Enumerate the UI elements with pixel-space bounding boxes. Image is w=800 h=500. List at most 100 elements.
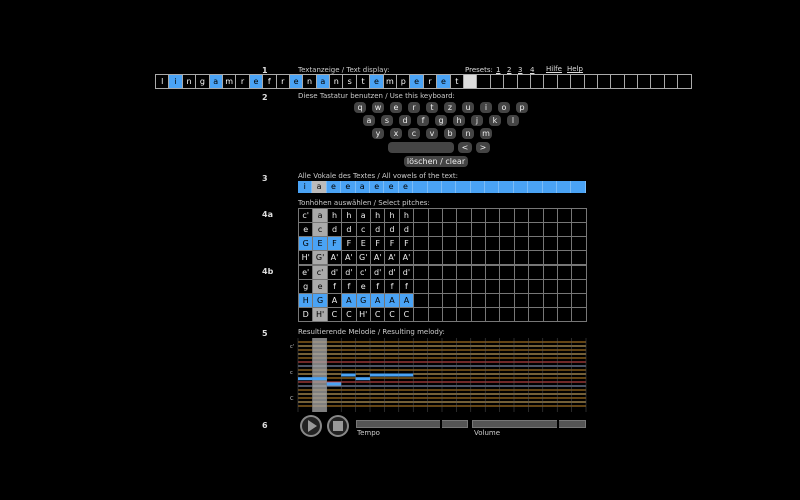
vowel-cell[interactable]: a: [312, 181, 327, 193]
pitch-cell[interactable]: [442, 223, 458, 237]
vowel-cell[interactable]: e: [341, 181, 356, 193]
pitch-cell[interactable]: F: [399, 237, 415, 251]
play-button[interactable]: [300, 415, 322, 437]
text-cell[interactable]: [570, 74, 585, 89]
pitch-cell[interactable]: [500, 280, 515, 294]
pitch-cell[interactable]: C: [327, 308, 343, 322]
pitch-cell[interactable]: [442, 266, 458, 280]
tempo-slider[interactable]: [356, 420, 468, 428]
pitch-cell[interactable]: e: [299, 223, 314, 237]
pitch-cell[interactable]: [428, 251, 443, 265]
volume-slider-handle[interactable]: [557, 420, 559, 428]
key-button[interactable]: q: [354, 102, 366, 113]
pitch-cell[interactable]: [514, 251, 530, 265]
pitch-cell[interactable]: F: [385, 237, 400, 251]
pitch-cell[interactable]: a: [313, 209, 328, 223]
pitch-cell[interactable]: [572, 223, 587, 237]
text-cell[interactable]: [543, 74, 558, 89]
pitch-cell[interactable]: [457, 209, 472, 223]
pitch-cell[interactable]: [500, 209, 515, 223]
pitch-cell[interactable]: [529, 223, 544, 237]
pitch-cell[interactable]: E: [313, 237, 328, 251]
text-cell[interactable]: [637, 74, 652, 89]
pitch-cell[interactable]: [442, 251, 458, 265]
preset-4-link[interactable]: 4: [530, 66, 534, 74]
text-display[interactable]: lingamrefrenanstemperet: [155, 74, 692, 89]
pitch-cell[interactable]: d: [370, 223, 386, 237]
text-cell[interactable]: n: [181, 74, 197, 89]
pitch-cell[interactable]: [457, 266, 472, 280]
vowel-cell[interactable]: [571, 181, 586, 193]
text-cell[interactable]: [596, 74, 612, 89]
pitch-cell[interactable]: f: [327, 280, 343, 294]
pitch-cell[interactable]: A': [385, 251, 400, 265]
pitch-cell[interactable]: e': [299, 266, 314, 280]
pitch-cell[interactable]: d: [399, 223, 415, 237]
pitch-cell[interactable]: [529, 251, 544, 265]
pitch-cell[interactable]: C: [399, 308, 415, 322]
pitch-cell[interactable]: [543, 209, 559, 223]
text-cell[interactable]: p: [396, 74, 411, 89]
tempo-slider-handle[interactable]: [439, 420, 442, 428]
pitch-cell[interactable]: [514, 237, 530, 251]
pitch-cell[interactable]: [558, 237, 573, 251]
vowel-cell[interactable]: a: [355, 181, 370, 193]
pitch-cell[interactable]: [471, 266, 487, 280]
text-cell[interactable]: n: [302, 74, 317, 89]
pitch-cell[interactable]: e: [356, 280, 371, 294]
pitch-cell[interactable]: [457, 294, 472, 308]
pitch-cell[interactable]: c': [299, 209, 314, 223]
pitch-cell[interactable]: [414, 237, 429, 251]
pitch-cell[interactable]: [572, 266, 587, 280]
pitch-cell[interactable]: [457, 280, 472, 294]
pitch-cell[interactable]: G: [299, 237, 314, 251]
text-cell[interactable]: r: [235, 74, 250, 89]
pitch-cell[interactable]: [471, 209, 487, 223]
vowel-cell[interactable]: [557, 181, 572, 193]
pitch-cell[interactable]: f: [370, 280, 386, 294]
pitch-cell[interactable]: E: [356, 237, 371, 251]
pitch-cell[interactable]: d': [385, 266, 400, 280]
text-cell[interactable]: [610, 74, 625, 89]
pitch-cell[interactable]: C: [385, 308, 400, 322]
text-cell[interactable]: t: [355, 74, 371, 89]
text-cell[interactable]: m: [382, 74, 398, 89]
pitch-cell[interactable]: A': [327, 251, 343, 265]
text-cell[interactable]: [503, 74, 518, 89]
key-button[interactable]: o: [498, 102, 510, 113]
preset-3-link[interactable]: 3: [518, 66, 522, 74]
pitch-cell[interactable]: [486, 251, 501, 265]
vowel-cell[interactable]: [427, 181, 442, 193]
key-button[interactable]: v: [426, 128, 438, 139]
pitch-cell[interactable]: [500, 237, 515, 251]
text-cell[interactable]: a: [208, 74, 223, 89]
pitch-cell[interactable]: F: [327, 237, 343, 251]
key-button[interactable]: z: [444, 102, 456, 113]
pitch-cell[interactable]: d': [327, 266, 343, 280]
pitch-cell[interactable]: [529, 294, 544, 308]
text-cell[interactable]: a: [315, 74, 331, 89]
volume-slider[interactable]: [472, 420, 586, 428]
key-button[interactable]: x: [390, 128, 402, 139]
pitch-cell[interactable]: G: [356, 294, 371, 308]
key-button[interactable]: n: [462, 128, 474, 139]
vowel-cell[interactable]: [528, 181, 543, 193]
vowel-cell[interactable]: e: [398, 181, 414, 193]
vowel-cell[interactable]: e: [369, 181, 385, 193]
preset-1-link[interactable]: 1: [496, 66, 500, 74]
pitch-cell[interactable]: h: [370, 209, 386, 223]
pitch-cell[interactable]: [442, 209, 458, 223]
text-cell[interactable]: s: [342, 74, 357, 89]
text-cell[interactable]: e: [288, 74, 304, 89]
pitch-cell[interactable]: [486, 223, 501, 237]
pitch-cell[interactable]: [471, 251, 487, 265]
key-button[interactable]: a: [363, 115, 375, 126]
text-cell[interactable]: r: [275, 74, 290, 89]
pitch-cell[interactable]: c: [313, 223, 328, 237]
pitch-cell[interactable]: [414, 280, 429, 294]
pitch-cell[interactable]: [471, 294, 487, 308]
pitch-cell[interactable]: A: [327, 294, 343, 308]
pitch-cell[interactable]: G: [313, 294, 328, 308]
text-cell[interactable]: [650, 74, 665, 89]
key-button[interactable]: b: [444, 128, 456, 139]
